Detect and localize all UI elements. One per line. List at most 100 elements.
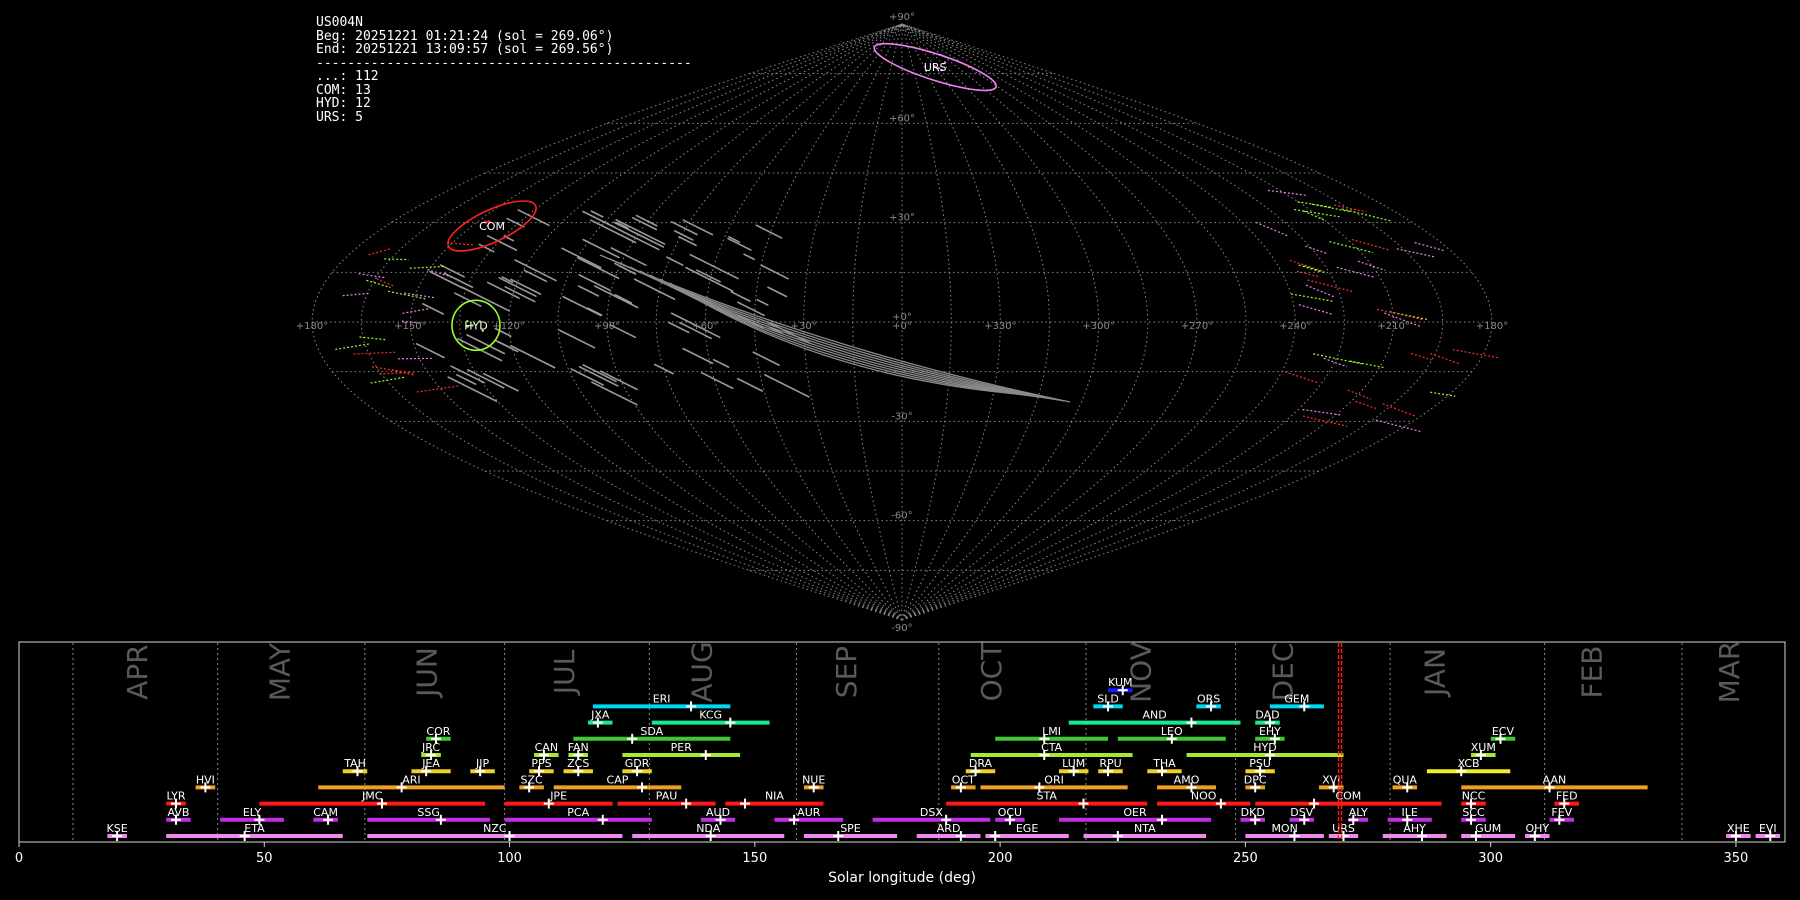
- x-tick-label: 350: [1724, 851, 1749, 866]
- shower-label: RPU: [1099, 757, 1121, 770]
- shower-label: ARD: [937, 822, 961, 835]
- shower-label: EGE: [1016, 822, 1038, 835]
- info-line: HYD: 12: [316, 96, 371, 111]
- x-tick-label: 0: [15, 851, 23, 866]
- shower-label: CTA: [1041, 741, 1063, 754]
- shower-label: AUD: [706, 806, 730, 819]
- shower-label: JPE: [549, 790, 567, 803]
- shower-label: ORI: [1044, 773, 1064, 786]
- shower-label: SCC: [1462, 806, 1485, 819]
- shower-label: NOO: [1191, 790, 1217, 803]
- shower-label: XHE: [1727, 822, 1750, 835]
- month-label: MAY: [263, 642, 296, 701]
- month-label: SEP: [830, 646, 863, 698]
- shower-label: CAN: [535, 741, 558, 754]
- shower-label: SSG: [417, 806, 440, 819]
- shower-label: FED: [1556, 790, 1578, 803]
- month-label: FEB: [1576, 645, 1609, 698]
- shower-label: DKD: [1241, 806, 1265, 819]
- meteor-viewer: URS COM HYD +90° +60° +30° +0° -30° -60° -90° +18…: [0, 0, 1800, 900]
- shower-label: XUM: [1471, 741, 1496, 754]
- shower-label: PSU: [1249, 757, 1271, 770]
- shower-label: ZCS: [567, 757, 589, 770]
- info-line: COM: 13: [316, 82, 371, 98]
- shower-label: ELY: [243, 806, 262, 819]
- shower-label: NZC: [483, 822, 507, 835]
- shower-label: ORS: [1197, 692, 1220, 705]
- observation-info: US004N Beg: 20251221 01:21:24 (sol = 269.…: [316, 16, 692, 124]
- month-label: JUL: [548, 649, 581, 696]
- info-line: URS: 5: [316, 109, 363, 125]
- shower-label: JRC: [421, 741, 440, 754]
- shower-label: HVI: [196, 773, 215, 786]
- shower-label: OER: [1123, 806, 1147, 819]
- shower-label: JMC: [361, 790, 383, 803]
- shower-label: DRA: [969, 757, 993, 770]
- shower-label: NUE: [802, 773, 825, 786]
- shower-label: AAN: [1543, 773, 1567, 786]
- shower-label: DPC: [1244, 773, 1267, 786]
- shower-label: KSE: [107, 822, 128, 835]
- shower-label: AUR: [797, 806, 821, 819]
- shower-label: PCA: [567, 806, 589, 819]
- shower-label: DSX: [920, 806, 943, 819]
- shower-label: ECV: [1492, 725, 1515, 738]
- shower-timeline-chart: APR MAY JUN JUL AUG SEP OCT NOV DEC JAN FEB MAR KUM…: [15, 641, 1786, 886]
- shower-label: STA: [1037, 790, 1058, 803]
- x-tick-label: 300: [1478, 851, 1503, 866]
- shower-label: FEV: [1551, 806, 1572, 819]
- shower-label: JEA: [421, 757, 440, 770]
- shower-label: ILE: [1402, 806, 1418, 819]
- shower-label: OCU: [998, 806, 1022, 819]
- shower-label: ALY: [1349, 806, 1368, 819]
- shower-label: LMI: [1042, 725, 1061, 738]
- month-label: JAN: [1419, 648, 1452, 698]
- shower-label: GDR: [625, 757, 650, 770]
- shower-label: NTA: [1134, 822, 1156, 835]
- info-line: ----------------------------------------…: [316, 55, 692, 71]
- shower-label: JXA: [590, 709, 610, 722]
- shower-label: PER: [671, 741, 693, 754]
- x-axis: 0 50 100 150 200 250 300 350: [15, 842, 1748, 866]
- shower-label: AND: [1143, 709, 1167, 722]
- shower-label: NCC: [1462, 790, 1486, 803]
- shower-label: OCT: [952, 773, 975, 786]
- shower-label: TAH: [343, 757, 366, 770]
- shower-label: COR: [426, 725, 450, 738]
- shower-label: LEO: [1161, 725, 1183, 738]
- shower-label: LUM: [1062, 757, 1085, 770]
- shower-label: ERI: [653, 692, 671, 705]
- info-line: US004N: [316, 15, 363, 30]
- shower-label: SDA: [640, 725, 663, 738]
- shower-label: XCB: [1458, 757, 1480, 770]
- x-tick-label: 100: [497, 851, 522, 866]
- x-tick-label: 200: [988, 851, 1013, 866]
- shower-label: LYR: [166, 790, 185, 803]
- info-line: End: 20251221 13:09:57 (sol = 269.56°): [316, 42, 614, 57]
- info-line: Beg: 20251221 01:21:24 (sol = 269.06°): [316, 28, 614, 44]
- month-label: APR: [121, 644, 154, 700]
- shower-label: DSV: [1290, 806, 1313, 819]
- x-axis-label: Solar longitude (deg): [828, 870, 976, 886]
- shower-label: GEM: [1284, 692, 1309, 705]
- shower-label: FAN: [568, 741, 589, 754]
- shower-label: PPS: [531, 757, 551, 770]
- shower-label: AMO: [1174, 773, 1200, 786]
- shower-label: SPE: [840, 822, 861, 835]
- shower-label: COM: [1335, 790, 1361, 803]
- shower-label: EVI: [1759, 822, 1777, 835]
- shower-label: DAD: [1255, 709, 1279, 722]
- month-label: MAR: [1713, 641, 1746, 704]
- x-tick-label: 50: [256, 851, 273, 866]
- month-label: NOV: [1124, 641, 1157, 703]
- current-sol-marker: [1337, 643, 1343, 841]
- shower-label: KUM: [1108, 676, 1132, 689]
- shower-label: JIP: [475, 757, 489, 770]
- x-tick-label: 250: [1233, 851, 1258, 866]
- shower-label: CAP: [607, 773, 629, 786]
- shower-bars: KUM ERI SLD ORS GEM JXA KCG AND DAD COR SDA LMI LEO E…: [107, 676, 1781, 841]
- shower-label: THA: [1152, 757, 1176, 770]
- shower-label: ARI: [402, 773, 420, 786]
- shower-label: ETA: [244, 822, 265, 835]
- shower-label: PAU: [656, 790, 678, 803]
